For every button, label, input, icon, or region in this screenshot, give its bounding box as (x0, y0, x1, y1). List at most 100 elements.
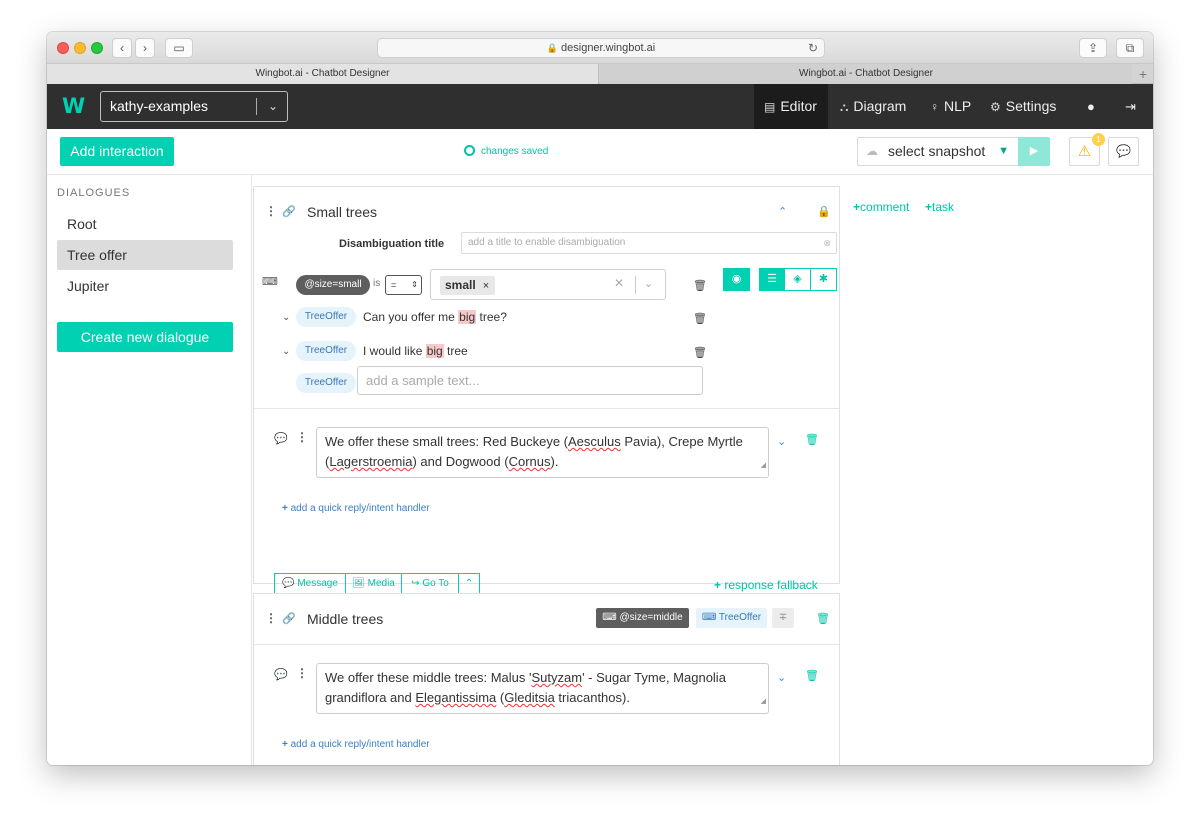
resize-grip-icon[interactable]: ◢ (761, 692, 766, 712)
utterance-pre: I would like (363, 344, 426, 358)
link-icon[interactable]: 🔗 (282, 205, 296, 218)
response-textarea[interactable]: We offer these small trees: Red Buckeye … (316, 427, 769, 478)
chevron-down-icon[interactable]: ⌄ (282, 312, 290, 323)
add-quick-reply-link[interactable]: + add a quick reply/intent handler (282, 503, 430, 514)
trash-icon[interactable]: 🗑 (805, 433, 819, 446)
asterisk-icon[interactable]: ✱ (810, 268, 837, 291)
plus-icon: + (282, 739, 288, 750)
globe-icon[interactable]: ◉ (723, 268, 750, 291)
add-quick-reply-link[interactable]: + add a quick reply/intent handler (282, 739, 430, 750)
lock-icon[interactable]: 🔒 (817, 205, 831, 218)
deploy-play-button[interactable]: ▶ (1018, 137, 1050, 166)
disambiguation-input[interactable]: add a title to enable disambiguation ⊗ (461, 232, 837, 254)
user-icon[interactable]: ● (1087, 84, 1095, 129)
clear-icon[interactable]: ⊗ (823, 233, 831, 253)
utterance-text[interactable]: Can you offer me big tree? (363, 310, 507, 324)
sidebar-item-tree-offer[interactable]: Tree offer (57, 240, 233, 270)
chevron-up-icon[interactable]: ⌃ (459, 574, 479, 594)
add-comment-link[interactable]: +comment (853, 200, 909, 214)
chevron-down-icon[interactable]: ⌄ (644, 277, 653, 290)
resize-grip-icon[interactable]: ◢ (761, 456, 766, 476)
back-icon[interactable]: ‹ (112, 38, 132, 58)
chevron-down-icon[interactable]: ⌄ (777, 435, 786, 448)
utterance-post: tree (443, 344, 468, 358)
browser-tab-1[interactable]: Wingbot.ai - Chatbot Designer (47, 64, 599, 84)
tabs-overview-icon[interactable]: ⧉ (1116, 38, 1144, 58)
editor-icon: ▤ (764, 100, 776, 114)
browser-tab-2[interactable]: Wingbot.ai - Chatbot Designer (600, 64, 1132, 84)
response-type-segmented: 💬 Message 🖼 Media ↪ Go To ⌃ (274, 573, 480, 595)
snapshot-select[interactable]: ☁ select snapshot ▼ (857, 137, 1019, 166)
drag-handle-icon[interactable]: ⋮ (265, 611, 277, 625)
sidebar-item-root[interactable]: Root (57, 209, 233, 239)
reload-icon[interactable]: ↻ (808, 39, 818, 57)
lock-icon: 🔒 (546, 43, 559, 53)
save-status: changes saved (464, 145, 548, 159)
share-icon[interactable]: ⇪ (1079, 38, 1107, 58)
message-segment[interactable]: 💬 Message (275, 574, 346, 594)
entity-badge[interactable]: @size=small (296, 275, 370, 295)
collapse-chevron-icon[interactable]: ⌃ (778, 205, 787, 218)
interaction-title[interactable]: Small trees (307, 204, 377, 220)
operator-select[interactable]: = ⇕ (385, 275, 422, 295)
drag-handle-icon[interactable]: ⋮ (296, 666, 308, 680)
nav-diagram[interactable]: ⛬ Diagram (840, 84, 906, 129)
list-icon[interactable]: ☰ (759, 268, 785, 291)
forward-icon[interactable]: › (135, 38, 155, 58)
chevron-down-icon[interactable]: ⌄ (777, 671, 786, 684)
misspelled-word: Aesculus (568, 434, 621, 449)
clear-icon[interactable]: ✕ (614, 276, 624, 290)
comment-icon: 💬 (274, 669, 288, 681)
trash-icon[interactable]: 🗑 (693, 312, 707, 325)
message-icon: 💬 (282, 578, 295, 589)
wingbot-logo[interactable]: W (62, 96, 85, 117)
media-segment[interactable]: 🖼 Media (346, 574, 402, 594)
chat-button[interactable]: 💬 (1108, 137, 1139, 166)
maximize-window-button[interactable] (91, 42, 103, 54)
entity-highlight[interactable]: big (425, 344, 444, 358)
drag-handle-icon[interactable]: ⋮ (265, 204, 277, 218)
nav-settings[interactable]: ⚙ Settings (990, 84, 1056, 129)
logout-icon[interactable]: ⇥ (1125, 84, 1136, 129)
close-window-button[interactable] (57, 42, 69, 54)
utterance-text[interactable]: I would like big tree (363, 344, 468, 358)
trash-icon[interactable]: 🗑 (805, 669, 819, 682)
link-icon[interactable]: 🔗 (282, 612, 296, 625)
interaction-title[interactable]: Middle trees (307, 611, 383, 627)
sample-text-input[interactable]: add a sample text... (357, 366, 703, 395)
remove-chip-icon[interactable]: × (483, 280, 489, 292)
entity-highlight[interactable]: big (458, 310, 477, 324)
drag-handle-icon[interactable]: ⋮ (296, 430, 308, 444)
tag-icon[interactable]: ◈ (784, 268, 811, 291)
sidebar-item-jupiter[interactable]: Jupiter (57, 271, 233, 301)
sidebar-toggle-icon[interactable]: ▭ (165, 38, 193, 58)
cloud-icon: ☁ (866, 144, 878, 158)
project-select[interactable]: kathy-examples ⌄ (100, 91, 288, 122)
intent-badge[interactable]: TreeOffer (296, 373, 356, 393)
entity-value-select[interactable]: small × ✕ ⌄ (430, 269, 666, 300)
strikethrough-icon[interactable]: ∓ (772, 608, 794, 628)
value-chip[interactable]: small × (440, 276, 496, 295)
nav-nlp[interactable]: ♀ NLP (930, 84, 971, 129)
trash-icon[interactable]: 🗑 (693, 279, 707, 292)
intent-badge[interactable]: TreeOffer (296, 307, 356, 327)
chevron-down-icon[interactable]: ⌄ (282, 346, 290, 357)
add-interaction-button[interactable]: Add interaction (60, 137, 174, 166)
add-task-link[interactable]: +task (925, 200, 954, 214)
task-label: task (932, 200, 955, 214)
response-fallback-link[interactable]: + response fallback (714, 578, 818, 592)
minimize-window-button[interactable] (74, 42, 86, 54)
new-tab-icon[interactable]: + (1139, 64, 1147, 84)
interaction-card-small-trees: ⋮ 🔗 Small trees ⌃ 🔒 Disambiguation title… (253, 186, 840, 595)
address-bar[interactable]: 🔒 designer.wingbot.ai ↻ (377, 38, 825, 58)
intent-badge[interactable]: TreeOffer (296, 341, 356, 361)
goto-segment[interactable]: ↪ Go To (402, 574, 459, 594)
nav-editor[interactable]: ▤ Editor (754, 84, 828, 129)
entity-condition-badge[interactable]: ⌨ @size=middle (596, 608, 689, 628)
create-dialogue-button[interactable]: Create new dialogue (57, 322, 233, 352)
trash-icon[interactable]: 🗑 (816, 612, 830, 625)
intent-condition-badge[interactable]: ⌨ TreeOffer (696, 608, 767, 628)
response-textarea[interactable]: We offer these middle trees: Malus 'Suty… (316, 663, 769, 714)
trash-icon[interactable]: 🗑 (693, 346, 707, 359)
section-divider (254, 644, 839, 645)
